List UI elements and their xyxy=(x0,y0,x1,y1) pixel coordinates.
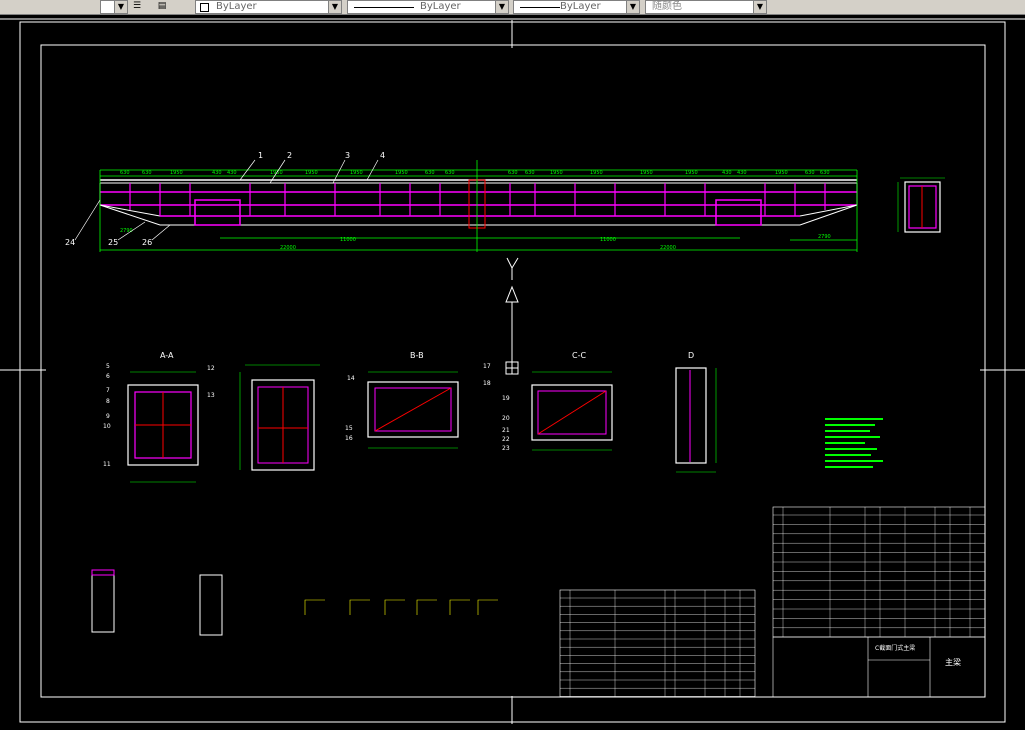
bom-table-grid xyxy=(560,507,985,697)
main-girder-elevation: 630 630 1950 430 430 1950 1950 1950 1950 630 63… xyxy=(65,151,858,252)
svg-text:630: 630 xyxy=(525,170,535,176)
chevron-down-icon: ▼ xyxy=(626,1,639,13)
svg-text:1950: 1950 xyxy=(550,170,563,176)
layer-states-icon[interactable]: ☰ xyxy=(130,0,144,12)
cc-label-23: 23 xyxy=(502,445,510,452)
linetype-value: ByLayer xyxy=(420,1,461,12)
chevron-down-icon: ▼ xyxy=(114,1,127,13)
chevron-down-icon: ▼ xyxy=(328,1,341,13)
aa-label-6: 6 xyxy=(106,373,110,380)
svg-text:22000: 22000 xyxy=(280,245,296,251)
section-c-c-title: C-C xyxy=(572,351,586,360)
layer-manager-icon[interactable]: ▤ xyxy=(155,0,169,12)
linetype-sample xyxy=(354,7,414,8)
part-label-1: 1 xyxy=(258,151,263,160)
aa-label-12: 12 xyxy=(207,365,215,372)
section-d-title: D xyxy=(688,351,694,360)
properties-toolbar: ▼ ☰ ▤ ByLayer ▼ ByLayer ▼ ByLayer ▼ 随颜色 … xyxy=(0,0,1025,15)
aa-label-9: 9 xyxy=(106,413,110,420)
svg-text:630: 630 xyxy=(508,170,518,176)
svg-text:430: 430 xyxy=(722,170,732,176)
section-d: D xyxy=(675,351,717,473)
color-control-dropdown[interactable]: ByLayer ▼ xyxy=(195,0,342,14)
svg-text:1950: 1950 xyxy=(350,170,363,176)
svg-text:430: 430 xyxy=(212,170,222,176)
svg-text:2790: 2790 xyxy=(818,234,831,240)
stiffener-details xyxy=(91,569,498,636)
plot-style-dropdown[interactable]: 随颜色 ▼ xyxy=(645,0,767,14)
svg-text:630: 630 xyxy=(425,170,435,176)
bb-label-15: 15 xyxy=(345,425,353,432)
svg-text:630: 630 xyxy=(820,170,830,176)
svg-text:1950: 1950 xyxy=(775,170,788,176)
svg-text:1950: 1950 xyxy=(305,170,318,176)
part-label-25: 25 xyxy=(108,238,118,247)
title-block-part: 主梁 xyxy=(945,657,961,667)
section-b-b-title: B-B xyxy=(410,351,424,360)
lineweight-value: ByLayer xyxy=(560,1,601,12)
svg-text:22000: 22000 xyxy=(660,245,676,251)
cad-drawing: 6306301950 4304301950 195019501950 63063… xyxy=(0,18,1025,724)
cc-label-21: 21 xyxy=(502,427,510,434)
linetype-control-dropdown[interactable]: ByLayer ▼ xyxy=(347,0,509,14)
bb-label-14: 14 xyxy=(347,375,355,382)
cc-label-22: 22 xyxy=(502,436,510,443)
view-dropdown[interactable]: ▼ xyxy=(100,0,128,14)
svg-text:1950: 1950 xyxy=(640,170,653,176)
color-swatch xyxy=(200,3,209,12)
svg-text:2790: 2790 xyxy=(120,228,133,234)
part-label-4: 4 xyxy=(380,151,385,160)
section-diaphragm xyxy=(239,364,320,471)
svg-text:630: 630 xyxy=(142,170,152,176)
lineweight-control-dropdown[interactable]: ByLayer ▼ xyxy=(513,0,640,14)
title-block xyxy=(559,506,986,698)
aa-label-11: 11 xyxy=(103,461,111,468)
cc-label-20: 20 xyxy=(502,415,510,422)
bb-label-18: 18 xyxy=(483,380,491,387)
view-direction-markers xyxy=(505,257,519,375)
svg-text:1950: 1950 xyxy=(685,170,698,176)
svg-text:11000: 11000 xyxy=(340,237,356,243)
svg-text:1950: 1950 xyxy=(590,170,603,176)
svg-text:630: 630 xyxy=(120,170,130,176)
aa-label-13: 13 xyxy=(207,392,215,399)
lineweight-sample xyxy=(520,7,560,8)
technical-notes xyxy=(825,418,883,468)
svg-text:1950: 1950 xyxy=(170,170,183,176)
svg-text:430: 430 xyxy=(737,170,747,176)
svg-text:630: 630 xyxy=(445,170,455,176)
chevron-down-icon: ▼ xyxy=(495,1,508,13)
bb-label-17: 17 xyxy=(483,363,491,370)
aa-label-8: 8 xyxy=(106,398,110,405)
part-label-2: 2 xyxy=(287,151,292,160)
color-value: ByLayer xyxy=(216,1,257,12)
aa-label-5: 5 xyxy=(106,363,110,370)
part-label-3: 3 xyxy=(345,151,350,160)
part-label-24: 24 xyxy=(65,238,75,247)
cc-label-19: 19 xyxy=(502,395,510,402)
chevron-down-icon: ▼ xyxy=(753,1,766,13)
plot-style-value: 随颜色 xyxy=(652,1,682,12)
svg-text:430: 430 xyxy=(227,170,237,176)
aa-label-10: 10 xyxy=(103,423,111,430)
section-b-b: B-B 14 15 16 17 18 xyxy=(345,351,491,449)
svg-text:630: 630 xyxy=(805,170,815,176)
bb-label-16: 16 xyxy=(345,435,353,442)
end-section-view xyxy=(897,177,945,233)
section-a-a: A-A 5 6 7 8 9 10 11 12 13 xyxy=(103,351,215,483)
aa-label-7: 7 xyxy=(106,387,110,394)
sheet-inner-border xyxy=(40,44,986,698)
svg-text:1950: 1950 xyxy=(395,170,408,176)
svg-text:11000: 11000 xyxy=(600,237,616,243)
part-label-26: 26 xyxy=(142,238,152,247)
section-a-a-title: A-A xyxy=(160,351,174,360)
title-block-name: C截面门式主梁 xyxy=(875,644,915,652)
drawing-canvas[interactable]: 6306301950 4304301950 195019501950 63063… xyxy=(0,14,1025,726)
